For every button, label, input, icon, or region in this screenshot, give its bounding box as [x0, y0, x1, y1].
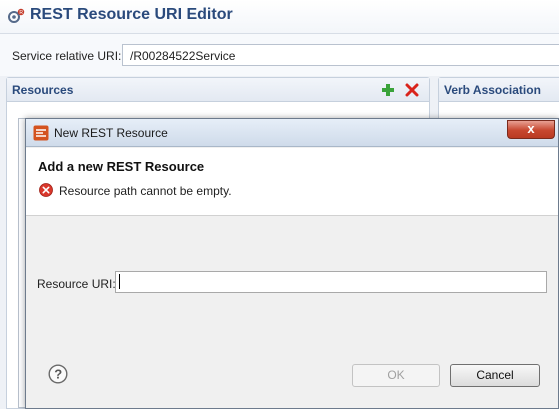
verb-association-header: Verb Association — [439, 78, 559, 102]
error-message: Resource path cannot be empty. — [59, 184, 232, 198]
new-rest-resource-dialog: New REST Resource x Add a new REST Resou… — [25, 118, 559, 409]
banner-title: Add a new REST Resource — [38, 159, 205, 174]
cancel-button[interactable]: Cancel — [450, 364, 540, 387]
svg-text:?: ? — [54, 367, 62, 382]
dialog-title: New REST Resource — [54, 126, 168, 140]
plus-icon[interactable] — [381, 83, 395, 97]
service-uri-label: Service relative URI: — [12, 49, 122, 63]
dialog-body: Resource URI: — [26, 217, 558, 351]
resource-uri-label: Resource URI: — [37, 277, 116, 291]
error-icon — [39, 183, 53, 197]
verb-association-title: Verb Association — [444, 83, 541, 97]
resources-section-title: Resources — [12, 83, 74, 97]
dialog-footer: ? OK Cancel — [26, 351, 558, 408]
ok-button[interactable]: OK — [352, 364, 440, 387]
rest-dialog-icon — [33, 125, 49, 141]
editor-header: R REST Resource URI Editor — [0, 0, 559, 34]
close-icon: x — [527, 121, 535, 136]
rest-resource-icon: R — [8, 8, 25, 23]
text-caret — [119, 274, 120, 289]
service-uri-input[interactable]: /R00284522Service — [122, 44, 559, 66]
resource-uri-input[interactable] — [115, 271, 547, 293]
close-button[interactable]: x — [507, 120, 555, 139]
help-icon[interactable]: ? — [48, 364, 68, 384]
dialog-titlebar[interactable]: New REST Resource x — [26, 119, 558, 147]
editor-title: REST Resource URI Editor — [30, 6, 233, 23]
red-x-icon[interactable] — [405, 83, 419, 97]
svg-text:R: R — [19, 10, 23, 16]
resources-section-header: Resources — [7, 78, 429, 102]
dialog-banner: Add a new REST Resource Resource path ca… — [26, 148, 558, 216]
service-uri-row: Service relative URI: /R00284522Service — [0, 34, 559, 76]
